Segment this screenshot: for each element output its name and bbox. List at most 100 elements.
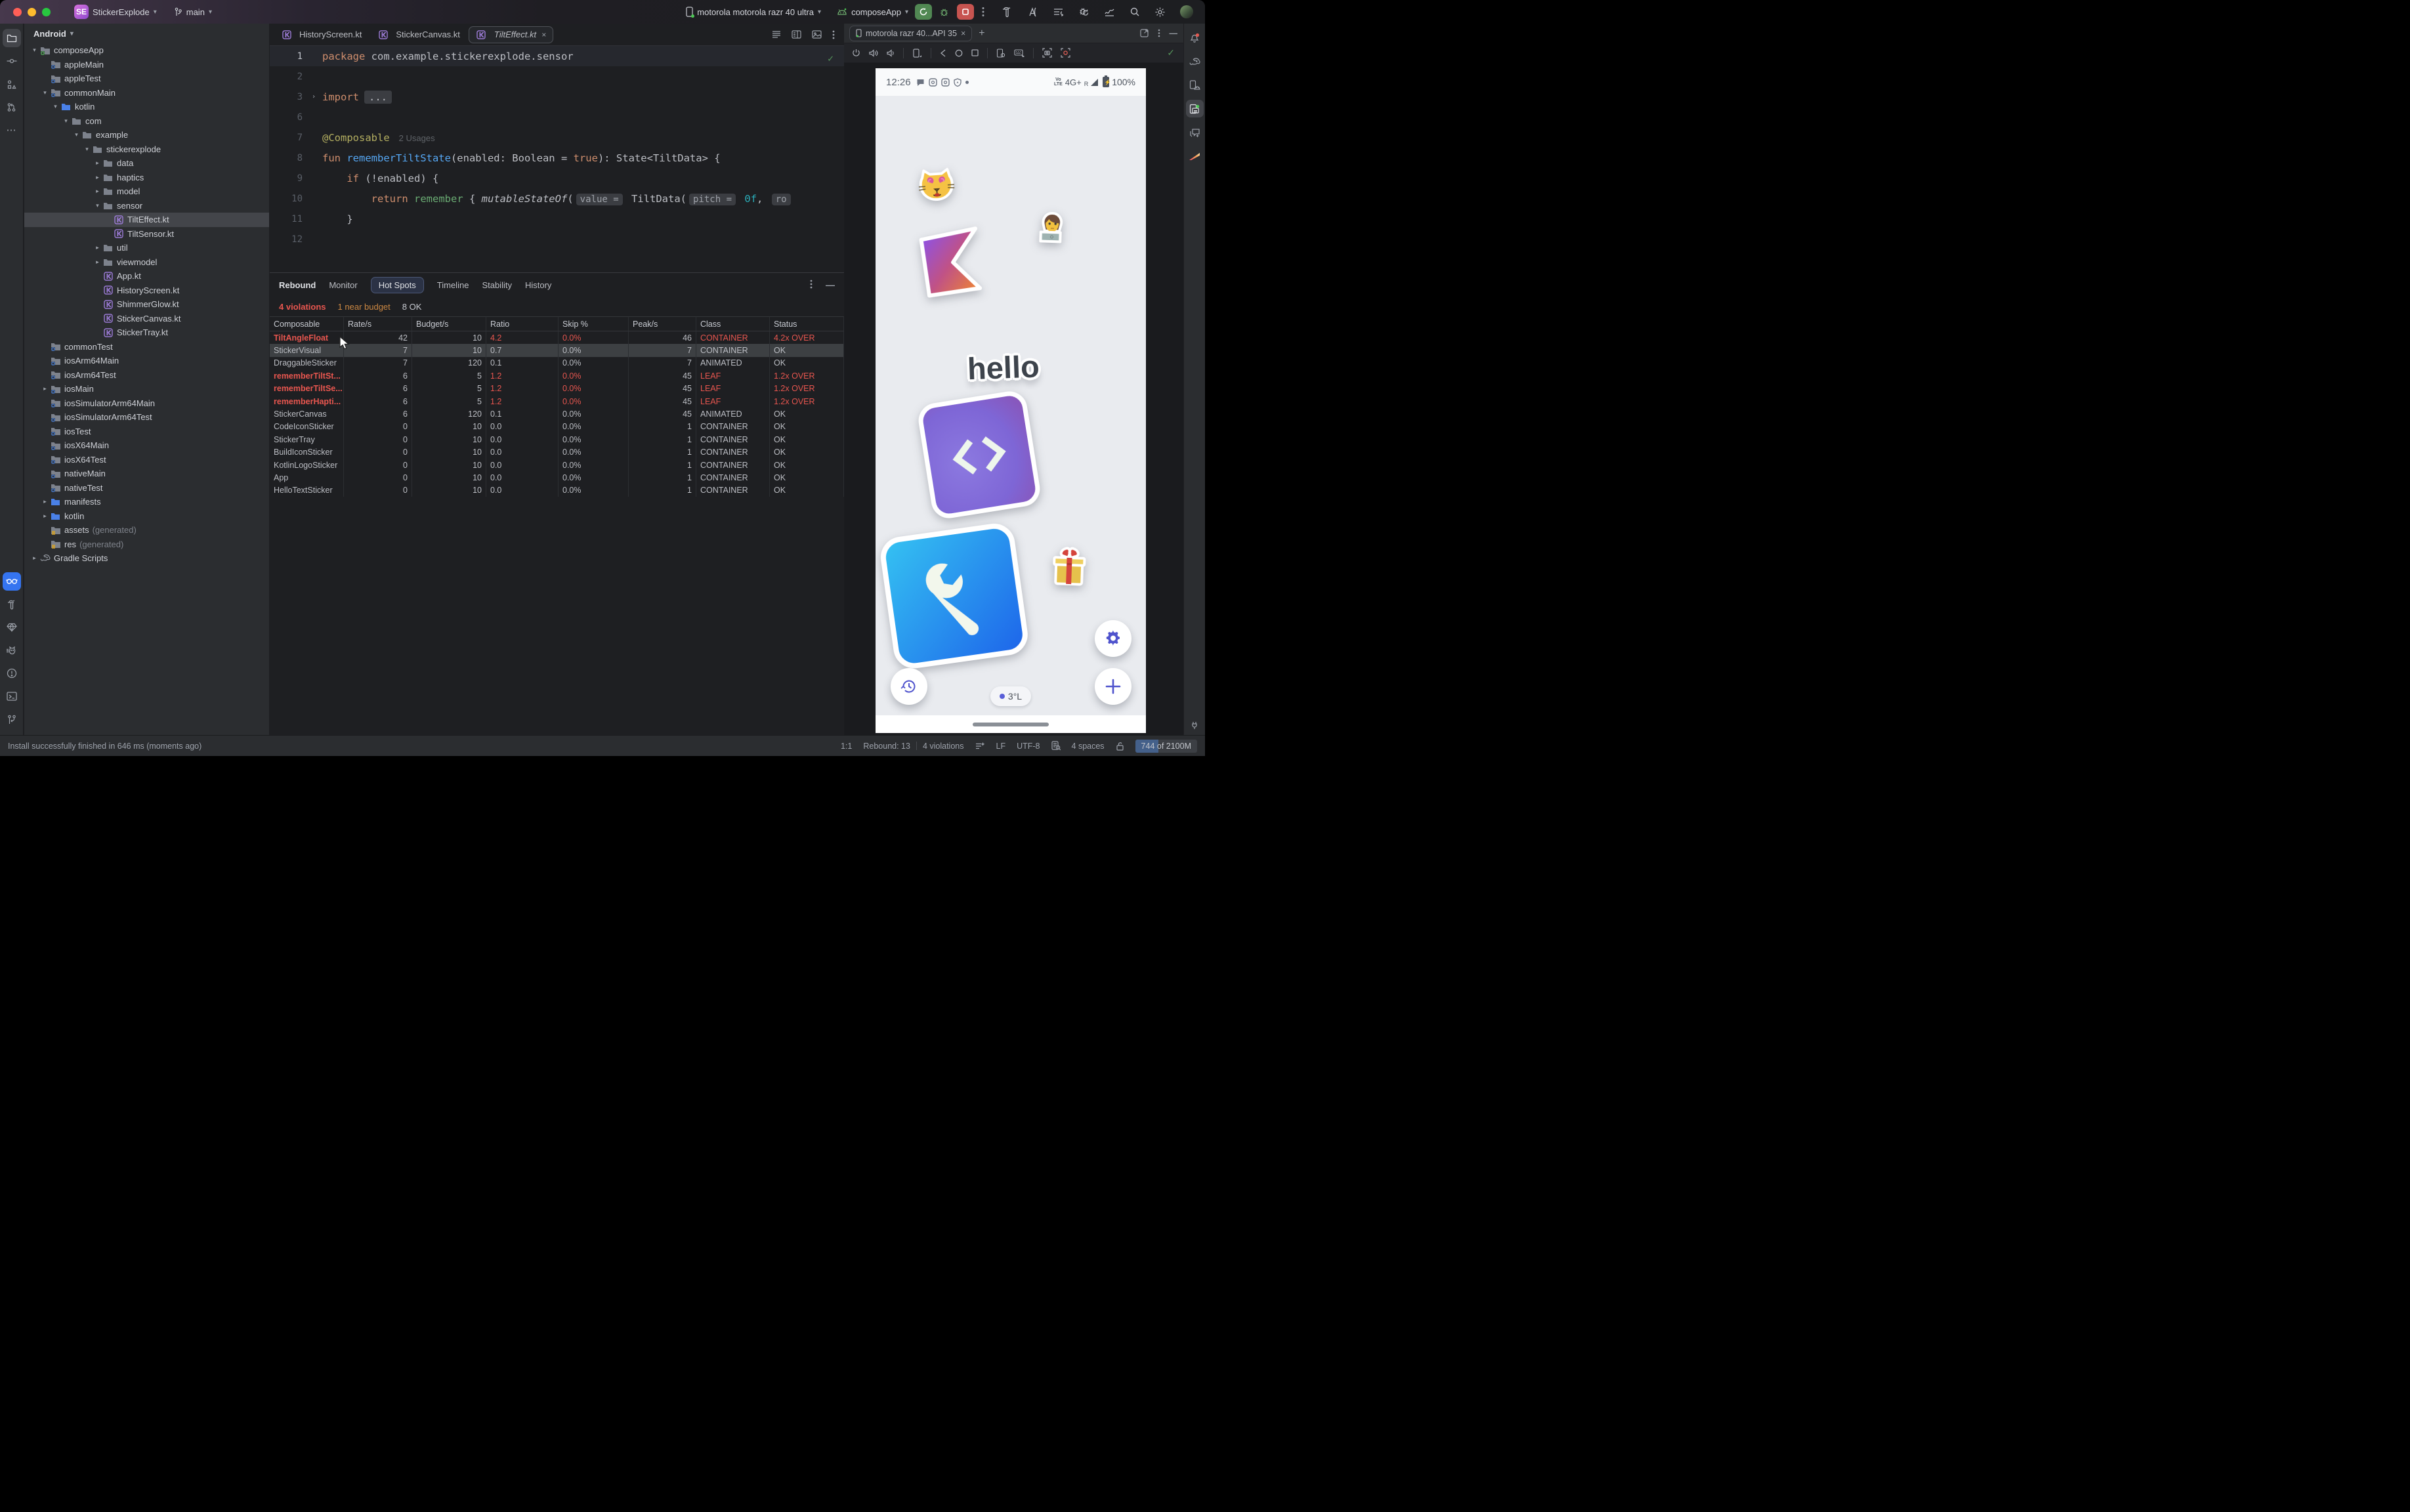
table-cell[interactable]: OK xyxy=(770,344,844,357)
tree-item-app-kt[interactable]: App.kt xyxy=(24,269,269,284)
table-cell[interactable]: 0.1 xyxy=(486,408,559,421)
table-cell[interactable]: 1.2 xyxy=(486,369,559,383)
table-cell[interactable]: 0.0 xyxy=(486,484,559,497)
file-search-icon[interactable] xyxy=(1051,741,1061,751)
code-line[interactable]: 8 fun rememberTiltState(enabled: Boolean … xyxy=(270,148,844,168)
table-cell[interactable]: 0 xyxy=(344,484,412,497)
android-recents-icon[interactable] xyxy=(971,49,979,56)
violations-status[interactable]: 4 violations xyxy=(923,742,964,751)
table-cell[interactable]: CONTAINER xyxy=(696,471,770,484)
git-tool-button[interactable] xyxy=(3,710,21,728)
macos-minimize-button[interactable] xyxy=(28,7,36,16)
table-cell[interactable]: 7 xyxy=(344,356,412,370)
branch-widget[interactable]: main ▾ xyxy=(174,7,212,17)
split-editor-icon[interactable] xyxy=(792,30,801,39)
table-cell[interactable]: rememberHapti... xyxy=(270,394,344,408)
history-fab[interactable] xyxy=(891,668,927,705)
table-cell[interactable]: 0.0% xyxy=(559,458,629,472)
table-cell[interactable]: 0 xyxy=(344,458,412,472)
build-tools-icon[interactable] xyxy=(1002,7,1013,18)
project-widget[interactable]: SE StickerExplode ▾ xyxy=(74,5,157,19)
table-cell[interactable]: 7 xyxy=(344,344,412,357)
editor-tab-historyscreen-kt[interactable]: HistoryScreen.kt xyxy=(274,26,369,43)
table-cell[interactable]: 10 xyxy=(412,458,486,472)
tree-item-tilteffect-kt[interactable]: TiltEffect.kt xyxy=(24,213,269,227)
table-cell[interactable]: OK xyxy=(770,446,844,459)
terminal-tool-button[interactable] xyxy=(3,687,21,705)
build-wrench-sticker[interactable] xyxy=(876,518,1034,675)
table-cell[interactable]: 0 xyxy=(344,433,412,446)
table-cell[interactable]: 45 xyxy=(629,369,696,383)
tree-item-stickerexplode[interactable]: ▾ stickerexplode xyxy=(24,142,269,157)
table-cell[interactable]: CONTAINER xyxy=(696,458,770,472)
tree-item-assets[interactable]: assets (generated) xyxy=(24,523,269,537)
rebound-tool-button[interactable] xyxy=(2,572,21,591)
tree-item-commontest[interactable]: commonTest xyxy=(24,340,269,354)
tree-item-appletest[interactable]: appleTest xyxy=(24,72,269,86)
rename-cursor-icon[interactable] xyxy=(1027,7,1038,18)
device-manager-button[interactable] xyxy=(1186,76,1204,94)
code-line[interactable]: 3 › import... xyxy=(270,87,844,107)
rebound-minimize-icon[interactable]: — xyxy=(826,280,835,290)
table-cell[interactable]: 1 xyxy=(629,433,696,446)
tree-item-iosarm64test[interactable]: iosArm64Test xyxy=(24,368,269,383)
table-cell[interactable]: CONTAINER xyxy=(696,420,770,434)
tree-item-gradle-scripts[interactable]: ▸ Gradle Scripts xyxy=(24,551,269,566)
device-selector[interactable]: motorola motorola razr 40 ultra ▾ xyxy=(686,7,821,18)
table-cell[interactable]: 1.2 xyxy=(486,382,559,395)
table-cell[interactable]: 1.2x OVER xyxy=(770,369,844,383)
table-cell[interactable]: 120 xyxy=(412,356,486,370)
gesture-handle[interactable] xyxy=(973,722,1049,726)
table-cell[interactable]: 0.0% xyxy=(559,356,629,370)
bug-restart-icon[interactable] xyxy=(1078,7,1089,18)
tree-item-iosmain[interactable]: ▸ iosMain xyxy=(24,382,269,396)
tree-item-model[interactable]: ▸ model xyxy=(24,184,269,199)
settings-gear-icon[interactable] xyxy=(1154,7,1166,18)
table-cell[interactable]: 5 xyxy=(412,394,486,408)
devices-minimize-icon[interactable]: — xyxy=(1170,29,1178,38)
volume-down-icon[interactable] xyxy=(887,49,895,57)
tree-item-manifests[interactable]: ▸ manifests xyxy=(24,495,269,509)
status-message[interactable]: Install successfully finished in 646 ms … xyxy=(8,742,201,751)
table-cell[interactable]: 6 xyxy=(344,382,412,395)
table-cell[interactable]: 0.0 xyxy=(486,446,559,459)
tree-item-stickercanvas-kt[interactable]: StickerCanvas.kt xyxy=(24,312,269,326)
table-cell[interactable]: 0 xyxy=(344,471,412,484)
user-avatar[interactable] xyxy=(1180,5,1193,18)
rebound-tab-hot-spots[interactable]: Hot Spots xyxy=(370,276,424,293)
rebound-tab-monitor[interactable]: Monitor xyxy=(329,280,357,290)
table-cell[interactable]: 120 xyxy=(412,408,486,421)
table-cell[interactable]: CONTAINER xyxy=(696,331,770,345)
close-icon[interactable]: × xyxy=(541,30,546,39)
tree-item-kotlin[interactable]: ▾ kotlin xyxy=(24,100,269,114)
code-line[interactable]: 9 if (!enabled) { xyxy=(270,168,844,188)
table-cell[interactable]: 0.0% xyxy=(559,471,629,484)
table-cell[interactable]: 0.0% xyxy=(559,408,629,421)
gradle-button[interactable] xyxy=(1186,52,1204,70)
tree-item-util[interactable]: ▸ util xyxy=(24,241,269,255)
preview-image-icon[interactable] xyxy=(812,30,822,39)
table-cell[interactable]: CONTAINER xyxy=(696,433,770,446)
tree-item-shimmerglow-kt[interactable]: ShimmerGlow.kt xyxy=(24,297,269,312)
table-cell[interactable]: StickerTray xyxy=(270,433,344,446)
table-cell[interactable]: 10 xyxy=(412,446,486,459)
table-cell[interactable]: 1 xyxy=(629,471,696,484)
table-cell[interactable]: App xyxy=(270,471,344,484)
tree-item-stickertray-kt[interactable]: StickerTray.kt xyxy=(24,326,269,340)
table-cell[interactable]: 6 xyxy=(344,369,412,383)
table-cell[interactable]: 10 xyxy=(412,433,486,446)
pull-requests-tool-button[interactable] xyxy=(3,98,21,116)
ai-assistant-button[interactable] xyxy=(1186,123,1204,141)
table-cell[interactable]: rememberTiltSe... xyxy=(270,382,344,395)
code-line[interactable]: 1 package com.example.stickerexplode.sens… xyxy=(270,46,844,66)
code-line[interactable]: 7 @Composable 2 Usages xyxy=(270,127,844,148)
table-cell[interactable]: CONTAINER xyxy=(696,484,770,497)
table-cell[interactable]: KotlinLogoSticker xyxy=(270,458,344,472)
table-cell[interactable]: 0.0% xyxy=(559,433,629,446)
unlock-icon[interactable] xyxy=(1116,742,1124,751)
table-cell[interactable]: 0.0% xyxy=(559,369,629,383)
rebound-tab-history[interactable]: History xyxy=(525,280,551,290)
tree-item-iossimulatorarm64test[interactable]: iosSimulatorArm64Test xyxy=(24,410,269,425)
rerun-button[interactable] xyxy=(915,4,932,20)
screen-record-icon[interactable] xyxy=(1061,48,1070,58)
